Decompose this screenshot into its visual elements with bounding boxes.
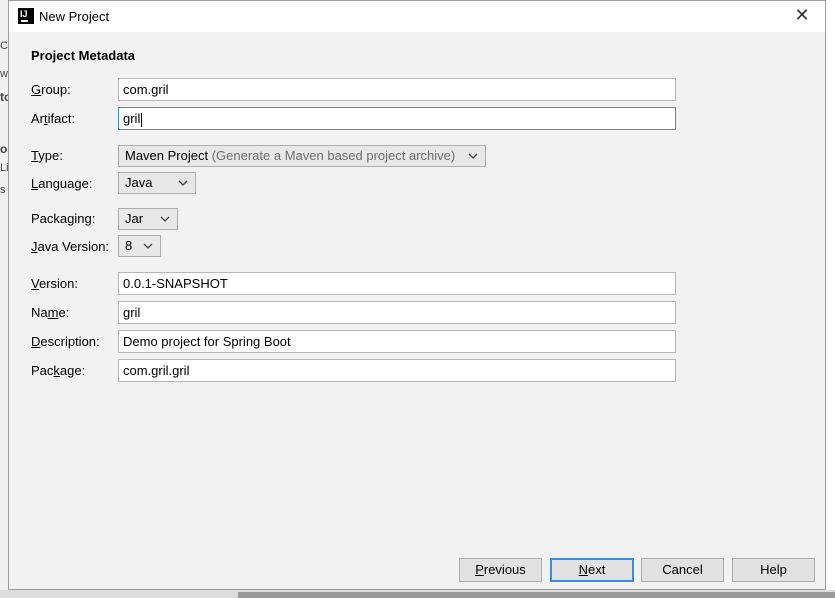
packaging-select[interactable]: Jar	[118, 208, 178, 230]
type-select[interactable]: Maven Project (Generate a Maven based pr…	[118, 145, 486, 167]
name-label: Name:	[31, 305, 70, 320]
title-bar[interactable]: IJ New Project ✕	[9, 1, 825, 32]
group-field[interactable]: com.gril	[118, 78, 676, 101]
close-button[interactable]: ✕	[779, 1, 825, 32]
group-label: Group:	[31, 82, 71, 97]
artifact-label: Artifact:	[31, 111, 76, 126]
dialog-body: Project Metadata Group: com.gril Artifac…	[9, 32, 825, 589]
type-value: Maven Project	[125, 148, 209, 163]
cancel-button[interactable]: Cancel	[641, 558, 724, 582]
version-label: Version:	[31, 276, 78, 291]
chevron-down-icon	[468, 153, 478, 159]
text-caret	[141, 112, 143, 127]
packaging-label: Packaging:	[31, 211, 96, 226]
new-project-dialog: IJ New Project ✕ Project Metadata Group:…	[8, 0, 826, 590]
description-field[interactable]: Demo project for Spring Boot	[118, 330, 676, 353]
type-label: Type:	[31, 148, 63, 163]
artifact-field[interactable]: gril	[118, 107, 676, 130]
next-button[interactable]: Next	[550, 558, 634, 582]
name-field[interactable]: gril	[118, 301, 676, 324]
background-window-bottom-dark	[238, 592, 835, 598]
type-hint: (Generate a Maven based project archive)	[211, 148, 456, 163]
language-value: Java	[125, 175, 153, 190]
java-version-value: 8	[125, 238, 133, 253]
chevron-down-icon	[160, 216, 170, 222]
version-field[interactable]: 0.0.1-SNAPSHOT	[118, 272, 676, 295]
chevron-down-icon	[178, 180, 188, 186]
section-title: Project Metadata	[31, 48, 136, 63]
background-text: w	[0, 68, 8, 80]
artifact-value: gril	[123, 111, 141, 126]
language-select[interactable]: Java	[118, 172, 196, 194]
help-button[interactable]: Help	[732, 558, 815, 582]
packaging-value: Jar	[125, 211, 144, 226]
background-text: s	[0, 184, 6, 196]
close-icon: ✕	[794, 5, 810, 25]
java-version-select[interactable]: 8	[118, 235, 161, 257]
language-label: Language:	[31, 176, 93, 191]
description-label: Description:	[31, 334, 100, 349]
window-title: New Project	[39, 9, 110, 24]
chevron-down-icon	[143, 243, 153, 249]
intellij-app-icon: IJ	[18, 8, 34, 24]
package-field[interactable]: com.gril.gril	[118, 359, 676, 382]
background-text: C	[0, 40, 8, 52]
java-version-label: Java Version:	[31, 239, 110, 254]
package-label: Package:	[31, 363, 86, 378]
previous-button[interactable]: Previous	[459, 558, 542, 582]
